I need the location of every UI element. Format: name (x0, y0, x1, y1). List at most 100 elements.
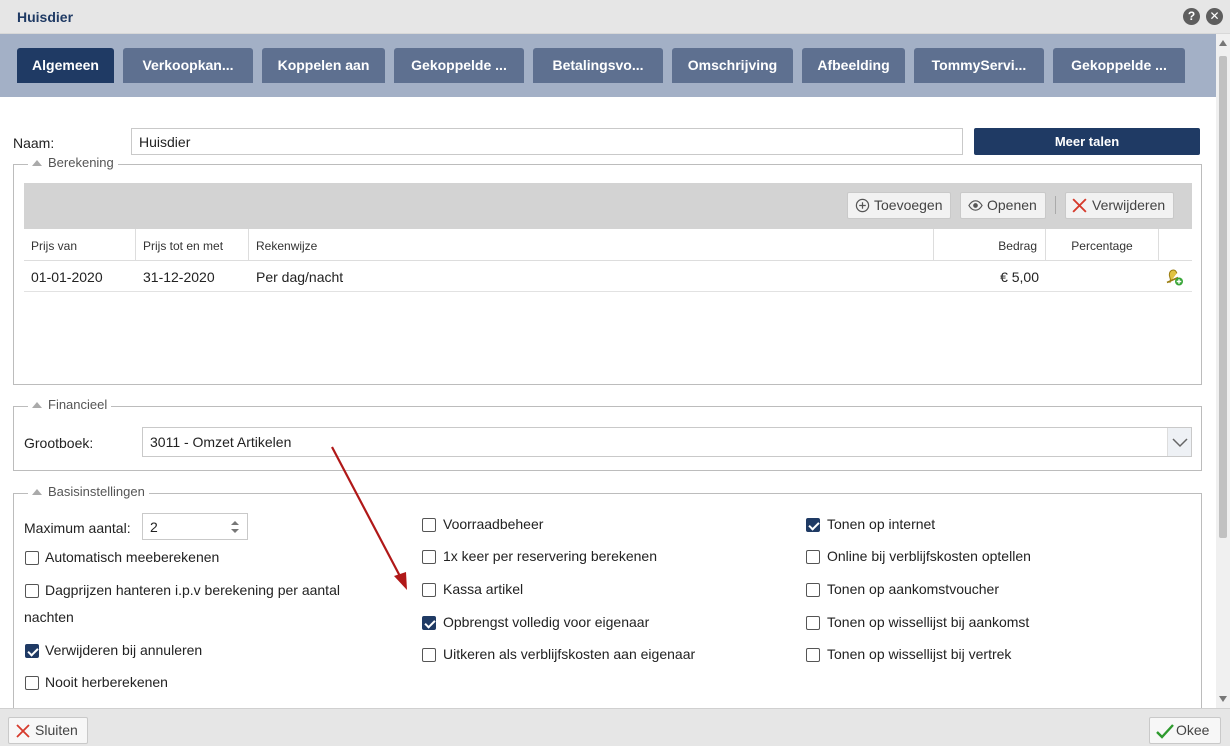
cell-percentage (1046, 262, 1159, 292)
checkbox-nooit[interactable] (25, 676, 39, 690)
tab-omschrijving[interactable]: Omschrijving (672, 48, 793, 83)
ledger-select[interactable]: 3011 - Omzet Artikelen (142, 427, 1192, 457)
checkbox-opbrengst[interactable] (422, 616, 436, 630)
table-row[interactable]: 01-01-2020 31-12-2020 Per dag/nacht € 5,… (24, 262, 1192, 292)
col-prijs-tot[interactable]: Prijs tot en met (136, 229, 249, 261)
label-voorraadbeheer: Voorraadbeheer (443, 516, 544, 532)
label-wissellijst-vertrek: Tonen op wissellijst bij vertrek (827, 646, 1012, 662)
label-1x-per-reservering: 1x keer per reservering berekenen (443, 548, 658, 564)
basis-title: Basisinstellingen (48, 484, 145, 499)
financieel-section: Financieel Grootboek: 3011 - Omzet Artik… (13, 397, 1202, 471)
close-button[interactable]: Sluiten (8, 717, 88, 744)
collapse-icon (32, 160, 42, 166)
scroll-down-icon[interactable] (1219, 696, 1227, 702)
label-aankomstvoucher: Tonen op aankomstvoucher (827, 581, 999, 597)
basis-legend[interactable]: Basisinstellingen (28, 484, 149, 499)
dialog-footer: Sluiten Okee (0, 708, 1230, 746)
tab-gekoppelde-2[interactable]: Gekoppelde ... (1053, 48, 1185, 83)
close-label: Sluiten (35, 722, 78, 738)
chevron-down-icon[interactable] (1167, 428, 1191, 456)
checkbox-aankomstvoucher[interactable] (806, 583, 820, 597)
ok-button[interactable]: Okee (1149, 717, 1221, 744)
ledger-label: Grootboek: (24, 435, 94, 451)
basis-section: Basisinstellingen Maximum aantal: 2 Auto… (13, 484, 1202, 708)
title-bar: Huisdier ? ✕ (0, 0, 1230, 34)
name-label: Naam: (13, 135, 55, 151)
label-dagprijzen-line2: nachten (24, 609, 74, 625)
delete-label: Verwijderen (1092, 197, 1166, 213)
add-label: Toevoegen (874, 197, 943, 213)
cell-method: Per dag/nacht (256, 269, 344, 285)
more-languages-button[interactable]: Meer talen (974, 128, 1200, 155)
max-label: Maximum aantal: (24, 520, 131, 536)
checkbox-automatisch[interactable] (25, 551, 39, 565)
checkbox-wissellijst-aankomst[interactable] (806, 616, 820, 630)
checkbox-online-optellen[interactable] (806, 550, 820, 564)
vertical-scrollbar[interactable] (1216, 34, 1230, 708)
checkbox-uitkeren[interactable] (422, 648, 436, 662)
add-button[interactable]: Toevoegen (847, 192, 951, 219)
eye-icon (968, 200, 983, 211)
berekening-title: Berekening (48, 155, 114, 170)
col-bedrag[interactable]: Bedrag (934, 229, 1046, 261)
berekening-legend[interactable]: Berekening (28, 155, 118, 170)
label-automatisch: Automatisch meeberekenen (45, 549, 220, 565)
tab-afbeelding[interactable]: Afbeelding (802, 48, 905, 83)
label-online-optellen: Online bij verblijfskosten optellen (827, 548, 1031, 564)
checkbox-voorraadbeheer[interactable] (422, 518, 436, 532)
tab-bar: Algemeen Verkoopkan... Koppelen aan Geko… (0, 34, 1230, 97)
label-opbrengst: Opbrengst volledig voor eigenaar (443, 614, 650, 630)
checkbox-verwijderen[interactable] (25, 644, 39, 658)
plus-circle-icon (855, 198, 870, 213)
tab-koppelen-aan[interactable]: Koppelen aan (262, 48, 385, 83)
tab-algemeen[interactable]: Algemeen (17, 48, 114, 83)
bell-add-icon[interactable] (1164, 267, 1184, 287)
tab-tommyservice[interactable]: TommyServi... (914, 48, 1044, 83)
cell-to: 31-12-2020 (143, 269, 215, 285)
financieel-legend[interactable]: Financieel (28, 397, 112, 412)
open-button[interactable]: Openen (960, 192, 1046, 219)
label-wissellijst-aankomst: Tonen op wissellijst bij aankomst (827, 614, 1030, 630)
label-uitkeren: Uitkeren als verblijfskosten aan eigenaa… (443, 646, 696, 662)
tab-verkoopkanalen[interactable]: Verkoopkan... (123, 48, 253, 83)
delete-button[interactable]: Verwijderen (1065, 192, 1174, 219)
berekening-section: Berekening Toevoegen Openen Verwijderen … (13, 155, 1202, 385)
content-area: Naam: Huisdier Meer talen Berekening Toe… (0, 97, 1214, 708)
label-kassa: Kassa artikel (443, 581, 524, 597)
label-dagprijzen: Dagprijzen hanteren i.p.v berekening per… (45, 582, 340, 598)
grid-header: Prijs van Prijs tot en met Rekenwijze Be… (24, 229, 1192, 261)
collapse-icon (32, 489, 42, 495)
tab-gekoppelde-1[interactable]: Gekoppelde ... (394, 48, 524, 83)
label-verwijderen: Verwijderen bij annuleren (45, 642, 203, 658)
toolbar-separator (1055, 196, 1056, 214)
ledger-value: 3011 - Omzet Artikelen (150, 434, 292, 450)
col-prijs-van[interactable]: Prijs van (24, 229, 136, 261)
col-percentage[interactable]: Percentage (1046, 229, 1159, 261)
window-title: Huisdier (17, 9, 74, 25)
checkbox-kassa[interactable] (422, 583, 436, 597)
checkbox-dagprijzen[interactable] (25, 584, 39, 598)
max-value: 2 (150, 519, 158, 535)
scroll-thumb[interactable] (1219, 56, 1227, 538)
max-stepper[interactable]: 2 (142, 513, 248, 540)
checkbox-1x-per-reservering[interactable] (422, 550, 436, 564)
name-input[interactable]: Huisdier (131, 128, 963, 155)
grid-toolbar: Toevoegen Openen Verwijderen (24, 183, 1192, 229)
open-label: Openen (987, 197, 1037, 213)
close-icon[interactable]: ✕ (1206, 8, 1223, 25)
checkbox-wissellijst-vertrek[interactable] (806, 648, 820, 662)
help-icon[interactable]: ? (1183, 8, 1200, 25)
financieel-title: Financieel (48, 397, 108, 412)
col-rekenwijze[interactable]: Rekenwijze (249, 229, 934, 261)
checkbox-tonen-internet[interactable] (806, 518, 820, 532)
ok-label: Okee (1176, 722, 1210, 738)
cell-amount: € 5,00 (1000, 269, 1039, 285)
label-nooit: Nooit herberekenen (45, 674, 168, 690)
close-x-icon (16, 724, 30, 738)
tab-betalingsvoorwaarden[interactable]: Betalingsvo... (533, 48, 663, 83)
checkmark-icon (1156, 724, 1174, 739)
scroll-up-icon[interactable] (1219, 40, 1227, 46)
cell-from: 01-01-2020 (31, 269, 103, 285)
collapse-icon (32, 402, 42, 408)
spinner-arrows-icon[interactable] (230, 519, 240, 535)
